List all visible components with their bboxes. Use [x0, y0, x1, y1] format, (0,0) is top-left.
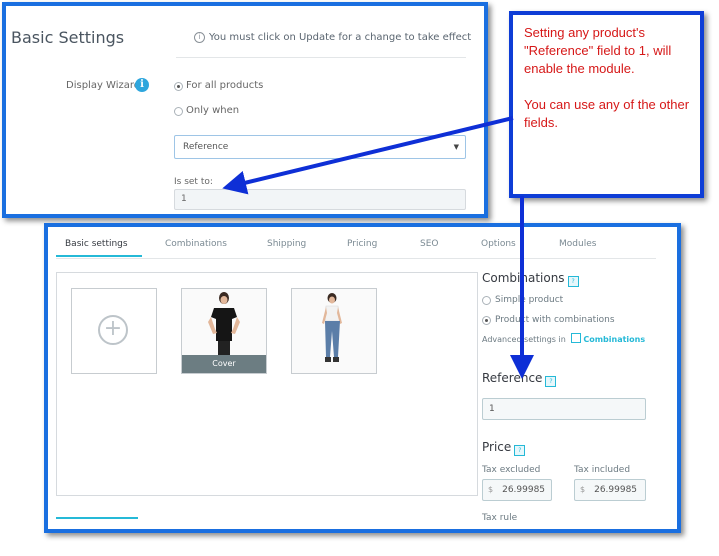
- product-page-panel: Basic settings Combinations Shipping Pri…: [44, 223, 681, 533]
- radio-product-with-combinations[interactable]: [482, 316, 491, 325]
- tab-modules[interactable]: Modules: [559, 239, 596, 249]
- radio-only-when-label[interactable]: Only when: [186, 105, 239, 116]
- radio-only-when[interactable]: [174, 107, 183, 116]
- tabs-divider: [56, 258, 656, 259]
- info-icon[interactable]: i: [135, 78, 149, 92]
- woman-black-top-image: [182, 289, 266, 355]
- scroll-indicator: [56, 517, 138, 519]
- reference-heading: Reference?: [482, 371, 557, 387]
- is-set-to-label: Is set to:: [174, 177, 213, 187]
- radio-product-with-combinations-label[interactable]: Product with combinations: [495, 315, 615, 325]
- tab-options[interactable]: Options: [481, 239, 516, 249]
- tab-basic-settings[interactable]: Basic settings: [65, 239, 128, 249]
- currency-symbol: $: [580, 485, 586, 494]
- price-heading: Price?: [482, 440, 526, 456]
- currency-symbol: $: [488, 485, 494, 494]
- cover-label: Cover: [182, 355, 266, 373]
- price-heading-text: Price: [482, 440, 512, 454]
- radio-simple-product[interactable]: [482, 296, 491, 305]
- product-image-2[interactable]: [291, 288, 377, 374]
- field-select[interactable]: Reference ▼: [174, 135, 466, 159]
- combinations-heading-text: Combinations: [482, 271, 565, 285]
- radio-for-all-products[interactable]: [174, 82, 183, 91]
- annotation-callout: Setting any product's "Reference" field …: [509, 11, 704, 198]
- is-set-to-input[interactable]: 1: [174, 189, 466, 210]
- update-notice-text: You must click on Update for a change to…: [209, 32, 472, 43]
- product-image-cover[interactable]: Cover: [181, 288, 267, 374]
- tax-included-input[interactable]: $26.99985: [574, 479, 646, 501]
- tab-shipping[interactable]: Shipping: [267, 239, 306, 249]
- advanced-settings-label: Advanced settings in: [482, 335, 566, 344]
- divider: [176, 57, 466, 58]
- radio-simple-product-label[interactable]: Simple product: [495, 295, 563, 305]
- callout-text-1: Setting any product's "Reference" field …: [524, 25, 672, 76]
- tax-included-value: 26.99985: [594, 485, 638, 495]
- basic-settings-panel: Basic Settings i You must click on Update…: [2, 2, 488, 218]
- combinations-link[interactable]: Combinations: [583, 335, 645, 344]
- update-notice: i You must click on Update for a change t…: [194, 32, 471, 43]
- reference-heading-text: Reference: [482, 371, 543, 385]
- field-select-value: Reference: [183, 142, 229, 152]
- help-icon[interactable]: ?: [545, 376, 557, 387]
- tax-excluded-value: 26.99985: [502, 485, 546, 495]
- tab-seo[interactable]: SEO: [420, 239, 438, 249]
- panel-title: Basic Settings: [11, 28, 125, 47]
- chevron-down-icon: ▼: [453, 143, 459, 151]
- tab-pricing[interactable]: Pricing: [347, 239, 377, 249]
- display-wizard-label: Display Wizard: [66, 80, 141, 91]
- combinations-heading: Combinations?: [482, 271, 579, 287]
- advanced-settings-text: Advanced settings in Combinations: [482, 333, 645, 344]
- plus-icon: +: [98, 315, 128, 345]
- help-icon[interactable]: ?: [514, 445, 526, 456]
- callout-text-2: You can use any of the other fields.: [524, 97, 690, 130]
- woman-white-top-image: [292, 289, 376, 373]
- external-link-icon: [571, 333, 582, 343]
- add-image-button[interactable]: +: [71, 288, 157, 374]
- radio-for-all-products-label[interactable]: For all products: [186, 80, 263, 91]
- active-tab-indicator: [56, 255, 142, 257]
- help-icon[interactable]: ?: [567, 276, 579, 287]
- tax-excluded-input[interactable]: $26.99985: [482, 479, 552, 501]
- tax-excluded-label: Tax excluded: [482, 465, 541, 475]
- tax-included-label: Tax included: [574, 465, 631, 475]
- reference-input[interactable]: 1: [482, 398, 646, 420]
- info-circle-icon: i: [194, 32, 205, 43]
- tax-rule-label: Tax rule: [482, 513, 518, 523]
- tab-combinations[interactable]: Combinations: [165, 239, 227, 249]
- product-images-box: + Cover: [56, 272, 478, 496]
